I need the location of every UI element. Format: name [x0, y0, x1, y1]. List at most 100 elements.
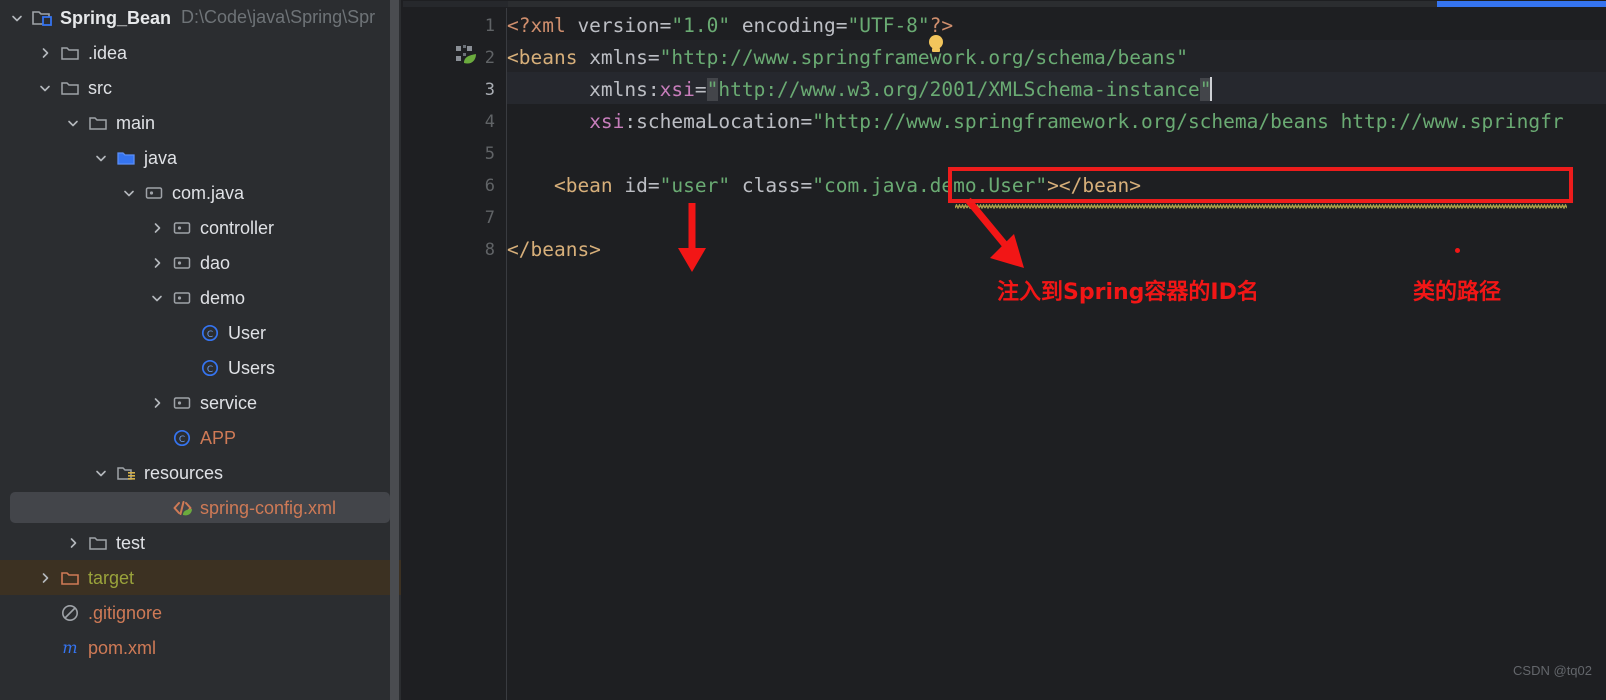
- chevron-down-icon[interactable]: [94, 151, 108, 165]
- tree-row--gitignore[interactable]: .gitignore: [0, 595, 403, 630]
- code-token: "user": [659, 174, 731, 197]
- tree-item-label: controller: [200, 217, 275, 238]
- tree-row-spring-config-xml[interactable]: spring-config.xml: [0, 490, 403, 525]
- code-token: ": [706, 78, 719, 101]
- code-token: "http://www.springframework.org/schema/b…: [659, 46, 1188, 69]
- chevron-down-icon[interactable]: [122, 186, 136, 200]
- folder-icon: [60, 43, 80, 63]
- tree-row-dao[interactable]: dao: [0, 245, 403, 280]
- intention-bulb-icon[interactable]: [927, 34, 945, 56]
- code-token: http://www.w3.org/2001/XMLSchema-instanc…: [718, 78, 1200, 101]
- line-number-1: 1: [484, 16, 495, 36]
- chevron-right-icon[interactable]: [150, 221, 164, 235]
- package-icon: [172, 218, 192, 238]
- tree-row-pom-xml[interactable]: m pom.xml: [0, 630, 403, 665]
- chevron-down-icon[interactable]: [94, 466, 108, 480]
- chevron-right-icon[interactable]: [150, 256, 164, 270]
- spring-bean-icon[interactable]: [455, 44, 477, 66]
- tree-row-app[interactable]: C APP: [0, 420, 403, 455]
- scrollbar-thumb[interactable]: [1437, 1, 1606, 7]
- annotation-id-label: 注入到Spring容器的ID名: [997, 280, 1259, 305]
- tree-row-users[interactable]: C Users: [0, 350, 403, 385]
- tree-item-label: User: [228, 322, 267, 343]
- code-line-2[interactable]: <beans xmlns="http://www.springframework…: [507, 42, 1188, 74]
- java-class-icon: C: [200, 323, 220, 343]
- tree-item-label: main: [116, 112, 156, 133]
- svg-text:C: C: [207, 330, 213, 340]
- tree-row-project-root[interactable]: Spring_Bean D:\Code\java\Spring\Spr: [0, 0, 403, 35]
- code-token: <?xml: [507, 14, 566, 37]
- sidebar-vertical-scrollbar[interactable]: [390, 0, 399, 700]
- tree-row-java[interactable]: java: [0, 140, 403, 175]
- line-number-6: 6: [484, 176, 495, 196]
- java-class-icon: C: [200, 358, 220, 378]
- code-text[interactable]: <?xml version="1.0" encoding="UTF-8"?> <b…: [507, 8, 1606, 700]
- chevron-down-icon[interactable]: [10, 11, 24, 25]
- chevron-right-icon[interactable]: [150, 396, 164, 410]
- resources-folder-icon: [116, 463, 136, 483]
- project-module-icon: [32, 8, 52, 28]
- tree-row-controller[interactable]: controller: [0, 210, 403, 245]
- scrollbar-gutter-cap: [403, 1, 508, 7]
- tree-item-label: demo: [200, 287, 246, 308]
- tree-item-label: .idea: [88, 42, 128, 63]
- tree-item-label: src: [88, 77, 112, 98]
- chevron-down-icon[interactable]: [150, 291, 164, 305]
- package-icon: [172, 253, 192, 273]
- tree-item-label: pom.xml: [88, 637, 157, 658]
- gitignore-icon: [60, 603, 80, 623]
- code-line-4[interactable]: xsi:schemaLocation="http://www.springfra…: [507, 106, 1564, 138]
- maven-icon: m: [60, 638, 80, 658]
- code-token: </beans>: [507, 238, 601, 261]
- tree-row-resources[interactable]: resources: [0, 455, 403, 490]
- line-number-5: 5: [484, 144, 495, 164]
- code-token: encoding=: [730, 14, 848, 37]
- tree-row-com-java[interactable]: com.java: [0, 175, 403, 210]
- code-editor[interactable]: 12345678 <?xml version="1.0" encoding="U…: [403, 0, 1606, 700]
- tree-item-label: java: [144, 147, 178, 168]
- chevron-right-icon[interactable]: [66, 536, 80, 550]
- project-tool-window[interactable]: Spring_Bean D:\Code\java\Spring\Spr .idea s…: [0, 0, 403, 700]
- chevron-down-icon[interactable]: [38, 81, 52, 95]
- code-token: <beans: [507, 46, 578, 69]
- source-folder-icon: [116, 148, 136, 168]
- chevron-down-icon[interactable]: [66, 116, 80, 130]
- tree-row-src[interactable]: src: [0, 70, 403, 105]
- editor-gutter[interactable]: 12345678: [403, 8, 507, 700]
- tree-row-target[interactable]: target: [0, 560, 403, 595]
- chevron-right-icon[interactable]: [38, 46, 52, 60]
- annotation-class-label: 类的路径: [1413, 280, 1502, 305]
- tree-row-main[interactable]: main: [0, 105, 403, 140]
- java-class-icon: C: [172, 428, 192, 448]
- code-token: version=: [565, 14, 672, 37]
- editor-horizontal-scrollbar[interactable]: [403, 0, 1606, 8]
- code-token: <bean: [507, 174, 613, 197]
- ide-window: Spring_Bean D:\Code\java\Spring\Spr .idea s…: [0, 0, 1606, 700]
- chevron-right-icon[interactable]: [38, 571, 52, 585]
- bean-declaration-highlight-box: [948, 167, 1573, 203]
- line-number-3: 3: [484, 80, 495, 100]
- tree-row-demo[interactable]: demo: [0, 280, 403, 315]
- code-token: id=: [612, 174, 660, 197]
- project-tree[interactable]: Spring_Bean D:\Code\java\Spring\Spr .idea s…: [0, 0, 403, 665]
- code-token: "UTF-8": [847, 14, 930, 37]
- tree-item-label: com.java: [172, 182, 245, 203]
- code-line-3[interactable]: xmlns:xsi="http://www.w3.org/2001/XMLSch…: [507, 74, 1213, 106]
- code-line-8[interactable]: </beans>: [507, 234, 601, 266]
- code-token: xsi: [589, 110, 625, 133]
- code-token: "1.0": [671, 14, 731, 37]
- code-line-1[interactable]: <?xml version="1.0" encoding="UTF-8"?>: [507, 10, 953, 42]
- line-number-7: 7: [484, 208, 495, 228]
- tree-row-test[interactable]: test: [0, 525, 403, 560]
- code-token: xmlns=: [577, 46, 660, 69]
- tree-row-service[interactable]: service: [0, 385, 403, 420]
- code-token: xsi: [659, 78, 695, 101]
- tree-item-label: APP: [200, 427, 237, 448]
- tree-row--idea[interactable]: .idea: [0, 35, 403, 70]
- tree-item-label: resources: [144, 462, 224, 483]
- code-token: "http://www.springframework.org/schema/b…: [812, 110, 1564, 133]
- package-icon: [172, 393, 192, 413]
- svg-text:m: m: [62, 638, 77, 657]
- tree-row-user[interactable]: C User: [0, 315, 403, 350]
